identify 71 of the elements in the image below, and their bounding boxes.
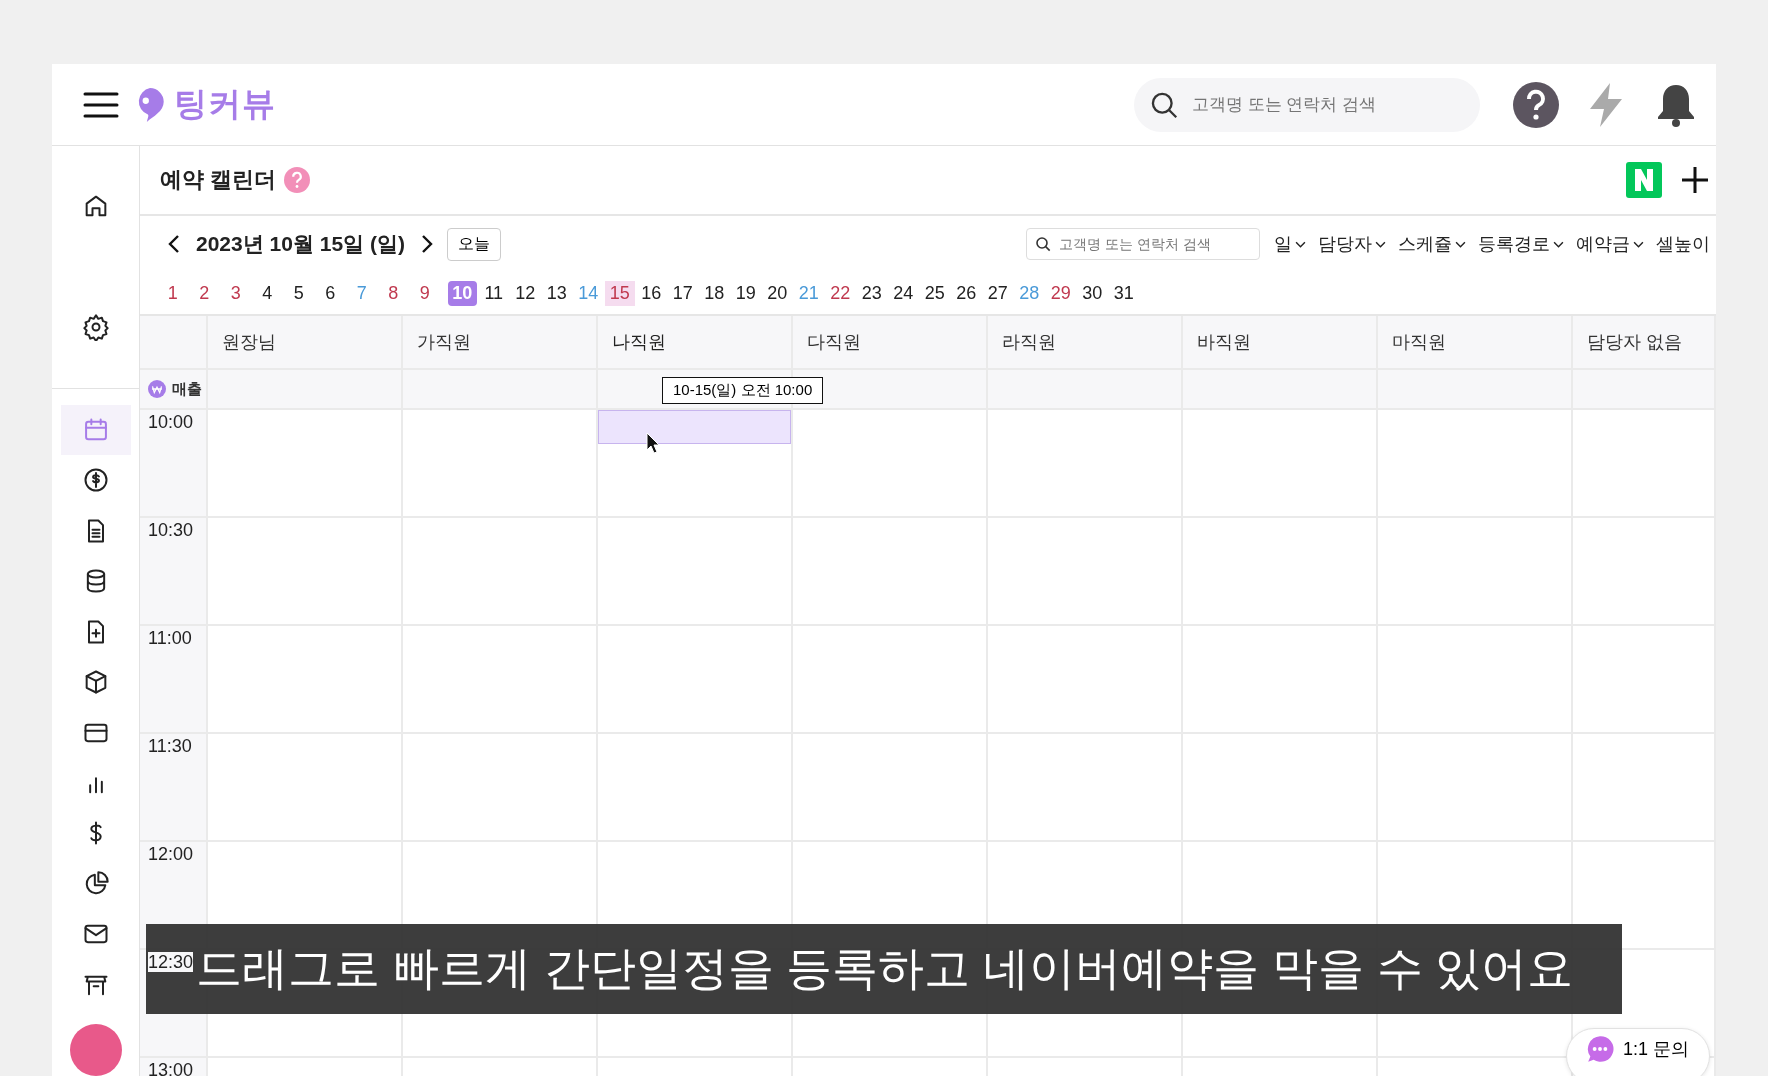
column-header: 라직원 <box>988 316 1183 370</box>
date-button[interactable]: 1 <box>158 280 188 306</box>
date-button[interactable]: 11 <box>479 280 509 306</box>
date-button[interactable]: 19 <box>731 280 761 306</box>
chat-icon <box>1585 1034 1615 1064</box>
filter-dropdown[interactable]: 일 <box>1272 232 1308 256</box>
date-button[interactable]: 12 <box>510 280 540 306</box>
search-icon <box>1150 90 1178 119</box>
date-button[interactable]: 23 <box>857 280 887 306</box>
column-header: 원장님 <box>208 316 403 370</box>
date-button[interactable]: 20 <box>762 280 792 306</box>
date-button[interactable]: 6 <box>315 280 345 306</box>
search-field[interactable]: 고객명 또는 연락처 검색 <box>1134 77 1480 132</box>
sales-label: 매출 <box>172 379 202 399</box>
date-button[interactable]: 26 <box>951 280 981 306</box>
date-button[interactable]: 15 <box>605 280 635 306</box>
page-title: 예약 캘린더 <box>160 166 277 194</box>
tooltip: 10-15(일) 오전 10:00 <box>662 377 824 404</box>
n-logo-icon[interactable] <box>1626 162 1662 198</box>
column-header: 나직원 <box>598 316 793 370</box>
logo-text: 팅커뷰 <box>174 84 276 124</box>
caret-icon <box>1455 240 1466 248</box>
add-icon[interactable] <box>1680 165 1710 195</box>
column-header: 담당자 없음 <box>1573 316 1716 370</box>
search-field[interactable]: 고객명 또는 연락처 검색 <box>1026 228 1260 260</box>
filter-dropdown[interactable]: 등록경로 <box>1476 232 1566 256</box>
date-button[interactable]: 25 <box>920 280 950 306</box>
date-button[interactable]: 2 <box>189 280 219 306</box>
date-button[interactable]: 16 <box>636 280 666 306</box>
date-button[interactable]: 27 <box>983 280 1013 306</box>
cursor-icon <box>646 432 660 454</box>
date-button[interactable]: 8 <box>378 280 408 306</box>
date-button[interactable]: 17 <box>668 280 698 306</box>
date-button[interactable]: 31 <box>1109 280 1139 306</box>
column-header: 바직원 <box>1183 316 1378 370</box>
help-icon[interactable] <box>1512 80 1560 129</box>
column-header: 가직원 <box>403 316 598 370</box>
date-button[interactable]: 9 <box>410 280 440 306</box>
drag-selection[interactable] <box>598 410 791 444</box>
date-button[interactable]: 18 <box>699 280 729 306</box>
date-button[interactable]: 29 <box>1046 280 1076 306</box>
caret-icon <box>1633 240 1644 248</box>
date-button[interactable]: 4 <box>252 280 282 306</box>
date-button[interactable]: 24 <box>888 280 918 306</box>
current-date: 2023년 10월 15일 (일) <box>196 231 405 257</box>
date-button[interactable]: 5 <box>284 280 314 306</box>
column-header: 다직원 <box>793 316 988 370</box>
column-header: 마직원 <box>1378 316 1573 370</box>
time-label: 12:30 <box>148 952 194 972</box>
previous-icon[interactable] <box>168 234 180 254</box>
caret-icon <box>1375 240 1386 248</box>
date-button[interactable]: 30 <box>1077 280 1107 306</box>
search-input[interactable]: 고객명 또는 연락처 검색 <box>1190 93 1454 116</box>
chat-popup-toast[interactable]: 1:1 문의 <box>1566 1028 1711 1076</box>
next-icon[interactable] <box>420 234 433 254</box>
date-button[interactable]: 22 <box>825 280 855 306</box>
menu-icon[interactable] <box>82 90 120 119</box>
won-icon <box>148 380 166 398</box>
filter-dropdown[interactable]: 스케쥴 <box>1396 232 1468 256</box>
date-button[interactable]: 13 <box>542 280 572 306</box>
date-button[interactable]: 3 <box>221 280 251 306</box>
settings-icon <box>81 313 110 342</box>
caret-icon <box>1553 240 1564 248</box>
caret-icon <box>1295 240 1306 248</box>
today-button[interactable]: 오늘 <box>446 227 501 261</box>
search-icon <box>1035 236 1051 252</box>
time-label: 13:00 <box>148 1060 194 1076</box>
filter-dropdown[interactable]: 담당자 <box>1316 232 1388 256</box>
filter-dropdown[interactable]: 셀높이 <box>1654 232 1712 256</box>
calendar-slot[interactable] <box>403 410 598 518</box>
filter-dropdown[interactable]: 예약금 <box>1574 232 1646 256</box>
